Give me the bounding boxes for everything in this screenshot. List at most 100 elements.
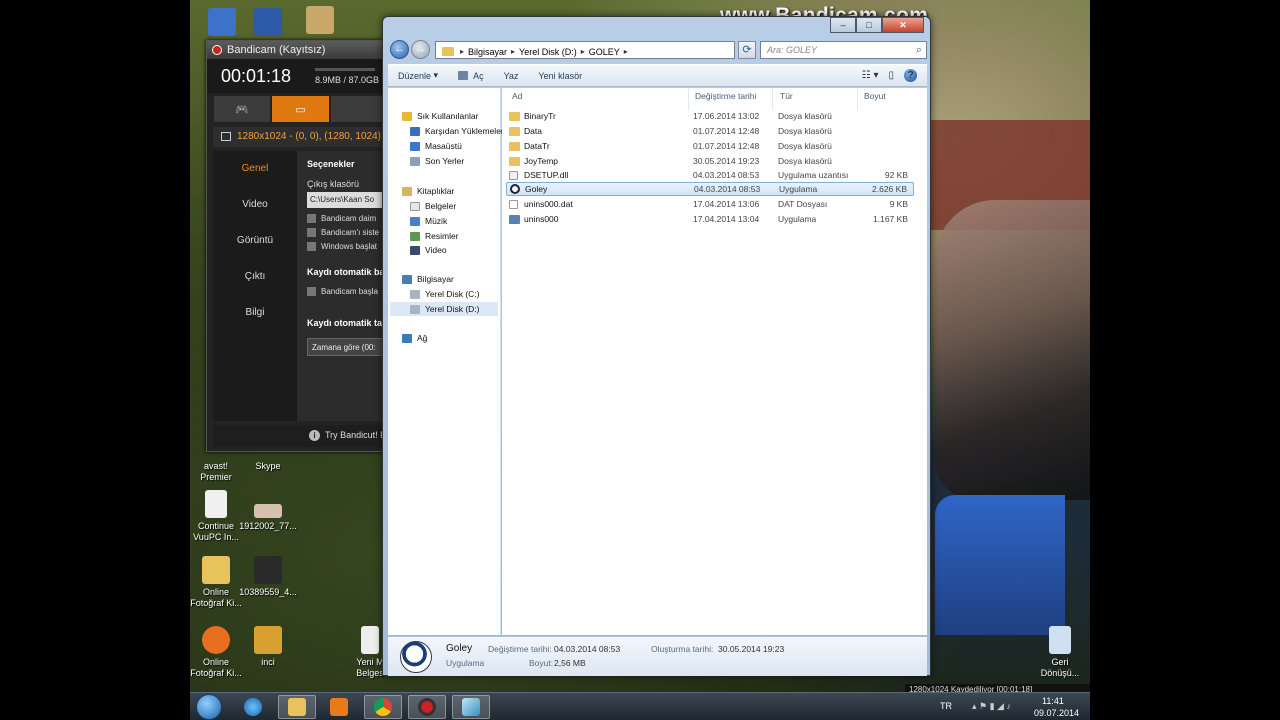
checkbox-system-tray[interactable]: Bandicam'ı siste <box>307 228 385 237</box>
taskbar-bandicam[interactable] <box>408 695 446 719</box>
details-kind: Uygulama <box>446 658 485 668</box>
desktop-icon-inci[interactable]: inci <box>238 626 298 668</box>
file-row[interactable]: DataTr 01.07.2014 12:48 Dosya klasörü <box>506 139 914 153</box>
sidebar-item-general[interactable]: Genel <box>213 151 297 187</box>
details-created-value: 30.05.2014 19:23 <box>718 644 785 654</box>
star-icon <box>402 111 412 121</box>
breadcrumb-computer[interactable]: Bilgisayar <box>468 47 507 57</box>
tray-icons[interactable]: ▴ ⚑ ▮ ◢ ♪ <box>972 701 1011 712</box>
taskbar-media-player[interactable] <box>320 695 358 719</box>
checkbox-auto-start[interactable]: Bandicam başla <box>307 287 385 296</box>
close-button[interactable]: ✕ <box>882 17 924 33</box>
new-folder-button[interactable]: Yeni klasör <box>528 64 592 87</box>
nav-recent[interactable]: Son Yerler <box>410 154 464 168</box>
output-folder-label: Çıkış klasörü <box>307 179 360 189</box>
breadcrumb-goley[interactable]: GOLEY <box>589 47 620 57</box>
search-input[interactable]: Ara: GOLEY ⌕ <box>760 41 927 59</box>
file-icon <box>509 199 518 209</box>
language-indicator[interactable]: TR <box>940 701 952 711</box>
desktop-icon-recycle-bin[interactable]: Geri Dönüşü... <box>1030 626 1090 679</box>
print-button[interactable]: Yaz <box>494 64 529 87</box>
refresh-button[interactable]: ⟳ <box>738 41 756 59</box>
game-mode-tab[interactable]: 🎮 <box>213 95 272 123</box>
device-mode-tab[interactable] <box>329 95 385 123</box>
checkbox-always-on-top[interactable]: Bandicam daim <box>307 214 385 223</box>
column-name[interactable]: Ad <box>512 91 522 105</box>
file-row[interactable]: Data 01.07.2014 12:48 Dosya klasörü <box>506 124 914 138</box>
recent-places-icon <box>410 156 420 166</box>
letterbox-right <box>1090 0 1280 720</box>
maximize-button[interactable]: □ <box>856 17 882 33</box>
taskbar-chrome[interactable] <box>364 695 402 719</box>
back-button[interactable]: ← <box>390 40 409 59</box>
auto-stop-select[interactable]: Zamana göre (00: <box>307 338 385 356</box>
sidebar-item-info[interactable]: Bilgi <box>213 295 297 331</box>
nav-libraries[interactable]: Kitaplıklar <box>402 184 454 198</box>
nav-music[interactable]: Müzik <box>410 214 447 228</box>
help-icon[interactable]: ? <box>904 69 917 82</box>
bandicam-window: Bandicam (Kayıtsız) 00:01:18 8.9MB / 87.… <box>206 40 386 452</box>
open-icon <box>458 71 469 80</box>
open-button[interactable]: Aç <box>448 64 494 87</box>
sidebar-item-output[interactable]: Çıktı <box>213 259 297 295</box>
address-bar[interactable]: ▸ Bilgisayar ▸ Yerel Disk (D:) ▸ GOLEY ▸ <box>435 41 735 59</box>
file-row[interactable]: JoyTemp 30.05.2014 19:23 Dosya klasörü <box>506 154 914 168</box>
taskbar-explorer[interactable] <box>278 695 316 719</box>
folder-icon <box>442 47 454 56</box>
checkbox-box <box>307 287 316 296</box>
nav-network[interactable]: Ağ <box>402 331 427 345</box>
breadcrumb-disk-d[interactable]: Yerel Disk (D:) <box>519 47 577 57</box>
clock-date[interactable]: 09.07.2014 <box>1034 708 1079 718</box>
recording-size: 8.9MB / 87.0GB <box>315 75 380 85</box>
preview-pane-icon[interactable]: ▯ <box>888 70 894 81</box>
nav-computer[interactable]: Bilgisayar <box>402 272 454 286</box>
file-row[interactable]: DSETUP.dll 04.03.2014 08:53 Uygulama uzant… <box>506 168 914 182</box>
column-date[interactable]: Değiştirme tarihi <box>695 91 756 105</box>
computer-icon <box>402 274 412 284</box>
desktop-icon-photo2[interactable]: 10389559_4... <box>238 556 298 598</box>
soccer-ball-icon <box>510 184 520 194</box>
forward-button[interactable]: → <box>411 40 430 59</box>
bandicam-footer[interactable]: i Try Bandicut! Fa <box>213 425 385 447</box>
start-button[interactable] <box>196 694 222 720</box>
nav-downloads[interactable]: Karşıdan Yüklemeler <box>410 124 504 138</box>
folder-icon <box>509 156 520 166</box>
details-name: Goley <box>446 643 473 654</box>
nav-pictures[interactable]: Resimler <box>410 229 459 243</box>
view-options-icon[interactable]: ☷ ▾ <box>862 70 879 81</box>
details-pane: Goley Uygulama Değiştirme tarihi: 04.03.… <box>388 636 927 676</box>
file-row[interactable]: BinaryTr 17.06.2014 13:02 Dosya klasörü <box>506 109 914 123</box>
desktop-icon-photo1[interactable]: 1912002_77... <box>238 504 298 532</box>
checkbox-windows-start[interactable]: Windows başlat <box>307 242 385 251</box>
desktop-icon-facebook[interactable] <box>238 8 298 39</box>
file-row-selected[interactable]: Goley 04.03.2014 08:53 Uygulama 2.626 KB <box>506 182 914 196</box>
options-heading: Seçenekler <box>307 159 355 169</box>
nav-desktop[interactable]: Masaüstü <box>410 139 462 153</box>
output-folder-field[interactable]: C:\Users\Kaan So <box>307 192 385 208</box>
nav-documents[interactable]: Belgeler <box>410 199 456 213</box>
file-row[interactable]: unins000.dat 17.04.2014 13:06 DAT Dosyası 9… <box>506 197 914 211</box>
nav-favorites[interactable]: Sık Kullanılanlar <box>402 109 478 123</box>
auto-start-heading: Kaydı otomatik başl <box>307 267 386 277</box>
organize-button[interactable]: Düzenle ▾ <box>388 64 448 87</box>
sidebar-item-image[interactable]: Görüntü <box>213 223 297 259</box>
bandicam-titlebar[interactable]: Bandicam (Kayıtsız) <box>207 41 385 59</box>
minimize-button[interactable]: – <box>830 17 856 33</box>
nav-videos[interactable]: Video <box>410 243 447 257</box>
desktop-icon-windows7[interactable] <box>290 6 350 37</box>
nav-disk-c[interactable]: Yerel Disk (C:) <box>410 287 479 301</box>
clock-time[interactable]: 11:41 <box>1042 696 1064 706</box>
wallpaper-shirt <box>935 495 1065 635</box>
taskbar-app[interactable] <box>452 695 490 719</box>
nav-disk-d[interactable]: Yerel Disk (D:) <box>390 302 498 316</box>
network-icon <box>402 333 412 343</box>
column-size[interactable]: Boyut <box>864 91 886 105</box>
screen-mode-tab[interactable]: ▭ <box>271 95 330 123</box>
bandicam-sidebar: Genel Video Görüntü Çıktı Bilgi <box>213 151 297 421</box>
navigation-pane: Sık Kullanılanlar Karşıdan Yüklemeler Ma… <box>388 88 504 635</box>
file-row[interactable]: unins000 17.04.2014 13:04 Uygulama 1.167 KB <box>506 212 914 226</box>
column-type[interactable]: Tür <box>780 91 793 105</box>
record-icon <box>212 45 222 55</box>
sidebar-item-video[interactable]: Video <box>213 187 297 223</box>
taskbar-ie[interactable] <box>234 695 272 719</box>
